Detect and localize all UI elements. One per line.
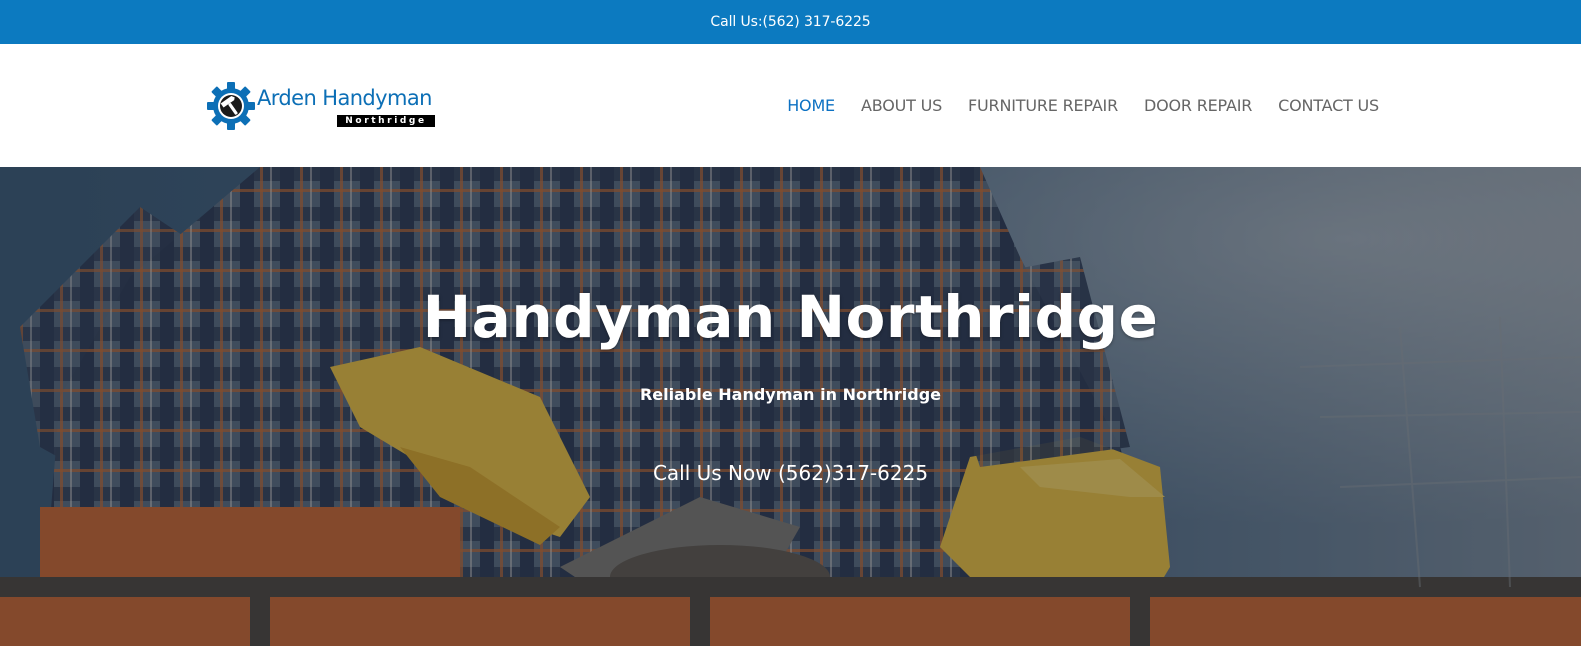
nav-item-home[interactable]: HOME	[787, 96, 835, 115]
nav-item-door-repair[interactable]: DOOR REPAIR	[1144, 96, 1252, 115]
logo-brand: Arden Handyman	[257, 86, 432, 110]
main-nav: HOME ABOUT US FURNITURE REPAIR DOOR REPA…	[761, 44, 1379, 167]
nav-item-about-us[interactable]: ABOUT US	[861, 96, 942, 115]
gear-hammer-icon	[207, 82, 255, 130]
hero-content: Handyman Northridge Reliable Handyman in…	[0, 167, 1581, 646]
topbar-phone[interactable]: Call Us:(562) 317-6225	[710, 14, 870, 30]
hero-section: Handyman Northridge Reliable Handyman in…	[0, 167, 1581, 646]
logo-subtitle: Northridge	[337, 115, 435, 127]
logo-text: Arden Handyman Northridge	[257, 82, 439, 130]
site-logo[interactable]: Arden Handyman Northridge	[207, 80, 439, 132]
hero-title: Handyman Northridge	[422, 283, 1159, 351]
nav-item-contact-us[interactable]: CONTACT US	[1278, 96, 1379, 115]
site-header: Arden Handyman Northridge HOME ABOUT US …	[0, 44, 1581, 167]
top-bar: Call Us:(562) 317-6225	[0, 0, 1581, 44]
hero-subtitle: Reliable Handyman in Northridge	[639, 385, 942, 404]
hero-call-now[interactable]: Call Us Now (562)317-6225	[0, 461, 1581, 485]
nav-item-furniture-repair[interactable]: FURNITURE REPAIR	[968, 96, 1118, 115]
